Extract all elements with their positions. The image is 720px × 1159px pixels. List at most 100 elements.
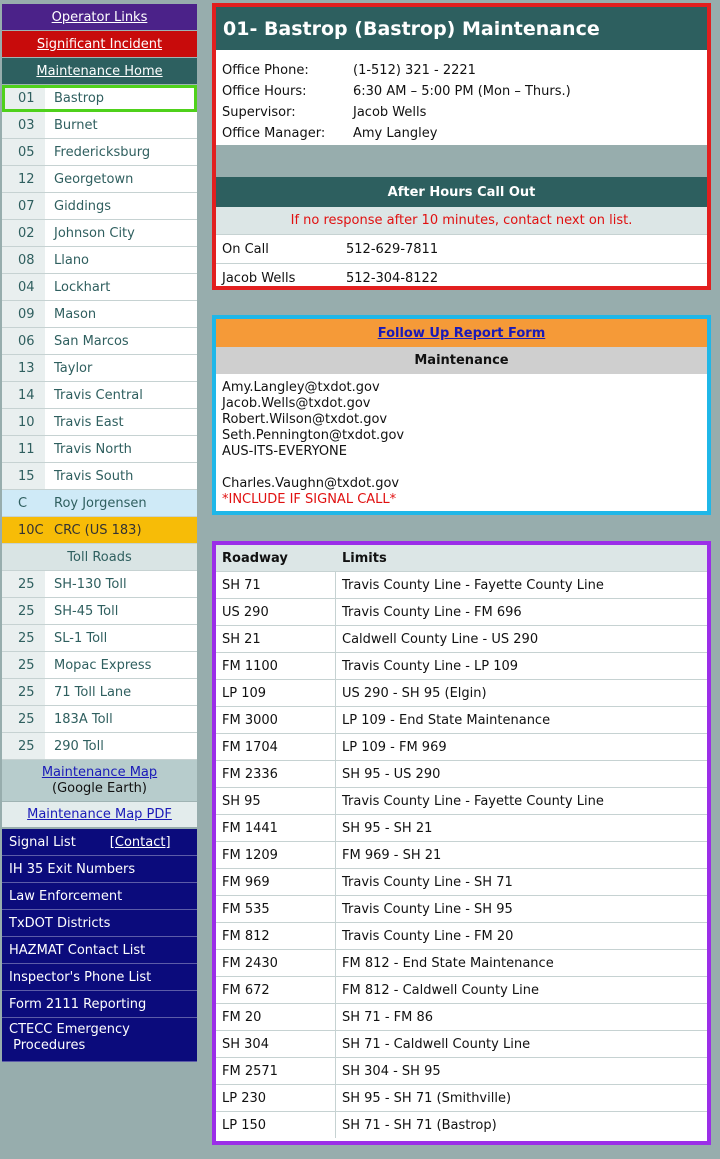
toll-item[interactable]: 25 SH-45 Toll <box>2 598 197 625</box>
office-item[interactable]: 09 Mason <box>2 301 197 328</box>
roadway-cell: FM 1209 <box>216 842 336 868</box>
office-name: Johnson City <box>54 225 135 241</box>
maintenance-map-box: Maintenance Map (Google Earth) <box>2 760 197 802</box>
office-item[interactable]: 10 Travis East <box>2 409 197 436</box>
resource-link[interactable]: HAZMAT Contact List <box>2 937 197 964</box>
office-item[interactable]: 03 Burnet <box>2 112 197 139</box>
office-info-label: Office Manager: <box>222 126 326 141</box>
office-code: 12 <box>2 166 45 192</box>
callout-phone: 512-304-8122 <box>346 270 439 286</box>
office-item[interactable]: 01 Bastrop <box>2 85 197 112</box>
limits-cell: LP 109 - End State Maintenance <box>342 712 551 728</box>
ctecc-emergency-link[interactable]: CTECC Emergency Procedures <box>2 1018 197 1062</box>
roadway-cell: FM 3000 <box>216 707 336 733</box>
table-row: FM 2336 SH 95 - US 290 <box>216 760 707 787</box>
office-info-label: Office Phone: <box>222 63 309 78</box>
table-row: FM 1704 LP 109 - FM 969 <box>216 733 707 760</box>
office-name: CRC (US 183) <box>54 522 142 538</box>
maintenance-subheader: Maintenance <box>216 347 707 374</box>
email-list: Amy.Langley@txdot.gov Jacob.Wells@txdot.g… <box>216 374 707 508</box>
significant-incident-link[interactable]: Significant Incident <box>2 31 197 58</box>
limits-cell: SH 71 - FM 86 <box>342 1009 434 1025</box>
office-info-value: Amy Langley <box>353 126 438 141</box>
roadway-cell: FM 20 <box>216 1004 336 1030</box>
toll-item[interactable]: 25 183A Toll <box>2 706 197 733</box>
roadway-cell: LP 150 <box>216 1112 336 1138</box>
office-name: Bastrop <box>54 90 105 106</box>
office-item[interactable]: 06 San Marcos <box>2 328 197 355</box>
office-item[interactable]: 07 Giddings <box>2 193 197 220</box>
maintenance-map-pdf-link[interactable]: Maintenance Map PDF <box>2 802 197 829</box>
toll-item[interactable]: 25 290 Toll <box>2 733 197 760</box>
roadway-cell: FM 969 <box>216 869 336 895</box>
table-row: FM 535 Travis County Line - SH 95 <box>216 895 707 922</box>
office-name: Lockhart <box>54 279 111 295</box>
email-item: Seth.Pennington@txdot.gov <box>222 428 405 443</box>
resource-links: IH 35 Exit Numbers Law Enforcement TxDOT D… <box>2 856 197 1018</box>
toll-item[interactable]: 25 SL-1 Toll <box>2 625 197 652</box>
office-item[interactable]: 08 Llano <box>2 247 197 274</box>
roadway-column-header: Roadway <box>222 550 288 566</box>
office-name: Burnet <box>54 117 98 133</box>
resource-link[interactable]: IH 35 Exit Numbers <box>2 856 197 883</box>
table-row: SH 71 Travis County Line - Fayette County… <box>216 571 707 598</box>
resource-link[interactable]: Form 2111 Reporting <box>2 991 197 1018</box>
resource-link[interactable]: TxDOT Districts <box>2 910 197 937</box>
limits-cell: SH 95 - US 290 <box>342 766 441 782</box>
roadway-table-header: Roadway Limits <box>216 545 707 571</box>
left-nav: Operator Links Significant Incident Main… <box>2 4 197 1062</box>
toll-item[interactable]: 25 71 Toll Lane <box>2 679 197 706</box>
toll-code: 25 <box>2 625 45 651</box>
contact-link[interactable]: [Contact] <box>110 835 171 850</box>
table-row: FM 672 FM 812 - Caldwell County Line <box>216 976 707 1003</box>
roadway-cell: FM 1441 <box>216 815 336 841</box>
office-code: 08 <box>2 247 45 273</box>
office-code: 01 <box>2 85 45 111</box>
office-list: 01 Bastrop 03 Burnet 05 Fredericksburg 12 Georg… <box>2 85 197 544</box>
office-name: Travis North <box>54 441 132 457</box>
office-code: 03 <box>2 112 45 138</box>
follow-up-report-link[interactable]: Follow Up Report Form <box>216 319 707 347</box>
table-row: FM 2571 SH 304 - SH 95 <box>216 1057 707 1084</box>
office-item[interactable]: 10C CRC (US 183) <box>2 517 197 544</box>
office-info: Office Phone: (1-512) 321 - 2221 Office Ho… <box>216 50 707 144</box>
maintenance-home-link[interactable]: Maintenance Home <box>2 58 197 85</box>
office-item[interactable]: 04 Lockhart <box>2 274 197 301</box>
office-name: San Marcos <box>54 333 129 349</box>
office-item[interactable]: 15 Travis South <box>2 463 197 490</box>
resource-link[interactable]: Inspector's Phone List <box>2 964 197 991</box>
office-code: 04 <box>2 274 45 300</box>
office-item[interactable]: 14 Travis Central <box>2 382 197 409</box>
signal-list-link[interactable]: Signal List <box>9 835 76 850</box>
email-item: AUS-ITS-EVERYONE <box>222 444 347 459</box>
office-item[interactable]: 02 Johnson City <box>2 220 197 247</box>
toll-list: 25 SH-130 Toll 25 SH-45 Toll 25 SL-1 Toll 25 Mo… <box>2 571 197 760</box>
resource-link[interactable]: Law Enforcement <box>2 883 197 910</box>
office-item[interactable]: 11 Travis North <box>2 436 197 463</box>
office-item[interactable]: C Roy Jorgensen <box>2 490 197 517</box>
office-code: C <box>2 490 45 516</box>
roadway-cell: LP 109 <box>216 680 336 706</box>
limits-cell: SH 71 - SH 71 (Bastrop) <box>342 1117 497 1133</box>
office-code: 10C <box>2 517 45 543</box>
toll-item[interactable]: 25 SH-130 Toll <box>2 571 197 598</box>
toll-code: 25 <box>2 733 45 759</box>
roadway-cell: FM 2430 <box>216 950 336 976</box>
toll-name: 71 Toll Lane <box>54 684 132 700</box>
office-item[interactable]: 12 Georgetown <box>2 166 197 193</box>
office-item[interactable]: 05 Fredericksburg <box>2 139 197 166</box>
operator-links-link[interactable]: Operator Links <box>2 4 197 31</box>
office-item[interactable]: 13 Taylor <box>2 355 197 382</box>
limits-cell: FM 812 - End State Maintenance <box>342 955 554 971</box>
toll-item[interactable]: 25 Mopac Express <box>2 652 197 679</box>
office-name: Georgetown <box>54 171 134 187</box>
office-code: 11 <box>2 436 45 462</box>
office-info-row: Office Manager: Amy Langley <box>222 123 707 144</box>
procedures-label: Procedures <box>13 1038 86 1053</box>
roadway-cell: FM 2571 <box>216 1058 336 1084</box>
limits-column-header: Limits <box>342 550 387 566</box>
maintenance-map-link[interactable]: Maintenance Map <box>42 765 157 780</box>
roadway-table: Roadway Limits SH 71 Travis County Line -… <box>212 541 711 1145</box>
roadway-cell: FM 812 <box>216 923 336 949</box>
toll-name: 290 Toll <box>54 738 104 754</box>
